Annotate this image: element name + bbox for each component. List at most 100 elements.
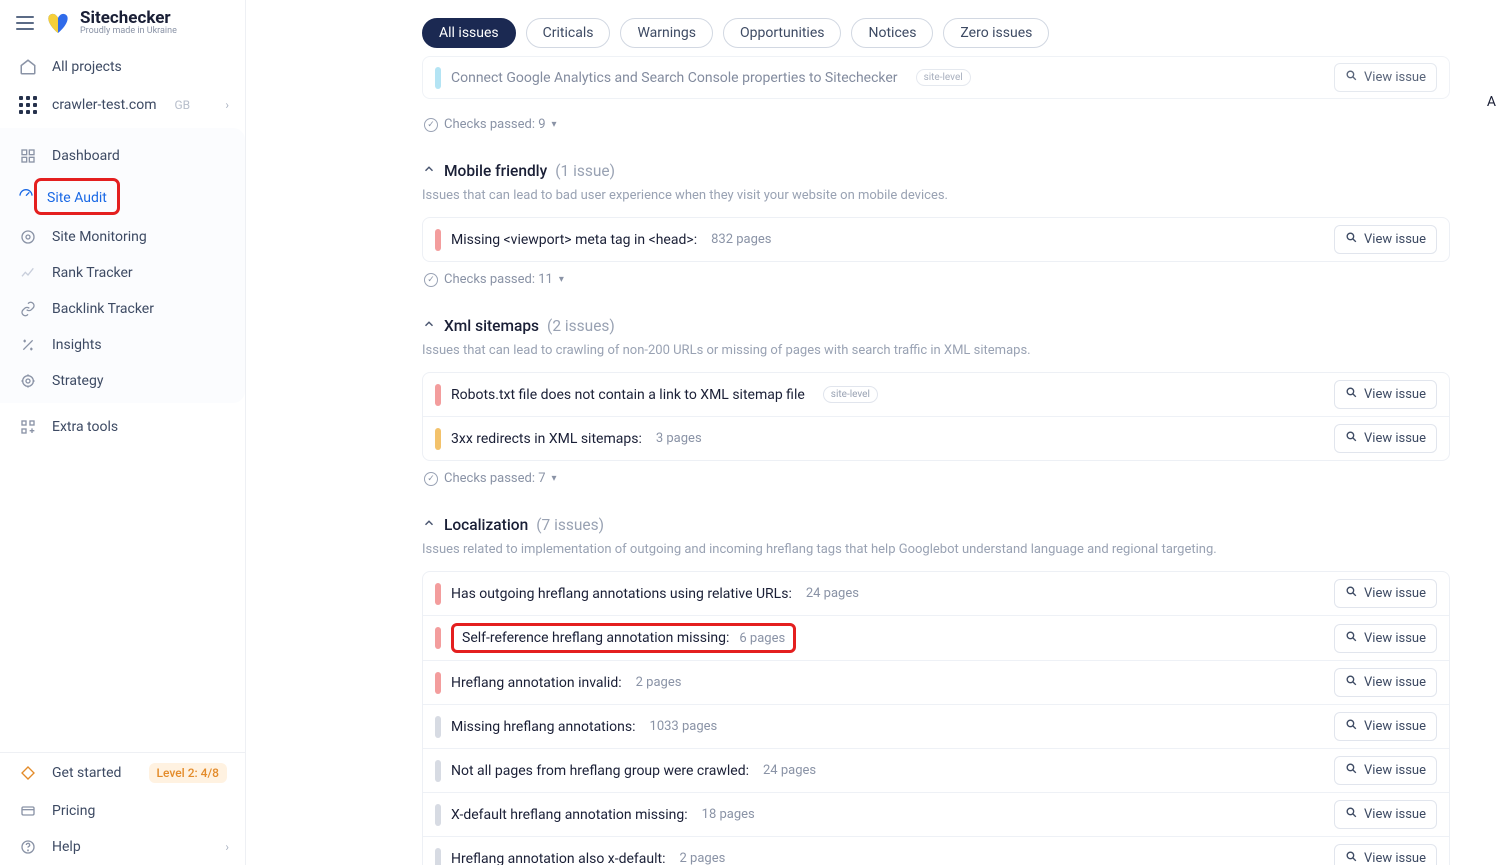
issue-title: 3xx redirects in XML sitemaps: — [451, 431, 642, 447]
severity-warning-icon — [435, 428, 441, 450]
home-icon — [18, 58, 38, 76]
view-issue-button[interactable]: View issue — [1334, 424, 1437, 453]
search-icon — [1345, 585, 1358, 602]
severity-info-icon — [435, 67, 441, 89]
issue-row-3xx-redirects[interactable]: 3xx redirects in XML sitemaps: 3 pages V… — [423, 417, 1449, 460]
sidebar-item-label: Rank Tracker — [52, 265, 133, 281]
sidebar-item-get-started[interactable]: Get started Level 2: 4/8 — [0, 753, 245, 793]
issue-row-missing-hreflang[interactable]: Missing hreflang annotations: 1033 pages… — [423, 705, 1449, 749]
sidebar-item-extra-tools[interactable]: Extra tools — [0, 409, 245, 445]
section-count: (7 issues) — [536, 516, 604, 534]
issue-row-robots-sitemap[interactable]: Robots.txt file does not contain a link … — [423, 373, 1449, 417]
issue-row-hreflang-invalid[interactable]: Hreflang annotation invalid: 2 pages Vie… — [423, 661, 1449, 705]
issue-meta: 24 pages — [806, 586, 859, 601]
sidebar-item-rank-tracker[interactable]: Rank Tracker — [0, 255, 245, 291]
target-icon — [18, 373, 38, 389]
issue-row-xdefault-missing[interactable]: X-default hreflang annotation missing: 1… — [423, 793, 1449, 837]
issue-meta: 832 pages — [711, 232, 771, 247]
logo[interactable]: Sitechecker Proudly made in Ukraine — [44, 10, 177, 36]
section-title: Localization — [444, 516, 528, 534]
check-icon: ✓ — [424, 118, 438, 132]
wand-icon — [18, 337, 38, 353]
severity-notice-icon — [435, 804, 441, 826]
issue-title: Connect Google Analytics and Search Cons… — [451, 70, 898, 86]
severity-critical-icon — [435, 672, 441, 694]
section-count: (2 issues) — [547, 317, 615, 335]
app-grid-icon — [18, 96, 38, 114]
search-icon — [1345, 231, 1358, 248]
issue-title: X-default hreflang annotation missing: — [451, 807, 688, 823]
caret-down-icon: ▾ — [552, 119, 557, 130]
sidebar-item-all-projects[interactable]: All projects — [0, 48, 245, 86]
filter-opportunities[interactable]: Opportunities — [723, 18, 842, 48]
sidebar-item-project[interactable]: crawler-test.com GB › — [0, 86, 245, 124]
sidebar-item-site-monitoring[interactable]: Site Monitoring — [0, 219, 245, 255]
filter-zero-issues[interactable]: Zero issues — [943, 18, 1049, 48]
sidebar-item-label: Site Monitoring — [52, 229, 147, 245]
highlighted-issue: Self-reference hreflang annotation missi… — [451, 623, 796, 653]
view-issue-button[interactable]: View issue — [1334, 800, 1437, 829]
section-xml-header[interactable]: Xml sitemaps (2 issues) — [422, 311, 1450, 335]
view-issue-button[interactable]: View issue — [1334, 844, 1437, 865]
checks-passed-11[interactable]: ✓ Checks passed: 11 ▾ — [422, 262, 1450, 311]
sidebar-item-label: Insights — [52, 337, 102, 353]
filter-all-issues[interactable]: All issues — [422, 18, 516, 48]
severity-notice-icon — [435, 716, 441, 738]
view-issue-button[interactable]: View issue — [1334, 225, 1437, 254]
search-icon — [1345, 762, 1358, 779]
filter-criticals[interactable]: Criticals — [526, 18, 611, 48]
section-mobile-header[interactable]: Mobile friendly (1 issue) — [422, 156, 1450, 180]
view-issue-button[interactable]: View issue — [1334, 668, 1437, 697]
chevron-up-icon — [422, 162, 436, 180]
sidebar-item-label: Backlink Tracker — [52, 301, 154, 317]
filter-notices[interactable]: Notices — [851, 18, 933, 48]
issue-row-also-xdefault[interactable]: Hreflang annotation also x-default: 2 pa… — [423, 837, 1449, 865]
sidebar-item-pricing[interactable]: Pricing — [0, 793, 245, 829]
issue-title: Missing <viewport> meta tag in <head>: — [451, 232, 697, 248]
section-localization-header[interactable]: Localization (7 issues) — [422, 510, 1450, 534]
caret-down-icon: ▾ — [559, 274, 564, 285]
search-icon — [1345, 850, 1358, 865]
view-issue-button[interactable]: View issue — [1334, 624, 1437, 653]
gauge-icon — [18, 187, 34, 207]
button-label: View issue — [1364, 431, 1426, 446]
view-issue-button[interactable]: View issue — [1334, 579, 1437, 608]
sidebar-item-label: All projects — [52, 59, 122, 75]
view-issue-button[interactable]: View issue — [1334, 380, 1437, 409]
sidebar-item-dashboard[interactable]: Dashboard — [0, 138, 245, 174]
section-count: (1 issue) — [555, 162, 615, 180]
sidebar-item-help[interactable]: Help › — [0, 829, 245, 865]
sidebar-item-insights[interactable]: Insights — [0, 327, 245, 363]
checks-passed-7[interactable]: ✓ Checks passed: 7 ▾ — [422, 461, 1450, 510]
sidebar-item-strategy[interactable]: Strategy — [0, 363, 245, 399]
view-issue-button[interactable]: View issue — [1334, 712, 1437, 741]
section-title: Xml sitemaps — [444, 317, 539, 335]
sidebar-item-site-audit[interactable]: Site Audit — [34, 178, 120, 215]
site-level-badge: site-level — [823, 386, 878, 403]
button-label: View issue — [1364, 675, 1426, 690]
issue-meta: 6 pages — [739, 631, 785, 646]
issue-meta: 18 pages — [702, 807, 755, 822]
issue-row-self-ref-hreflang[interactable]: Self-reference hreflang annotation missi… — [423, 616, 1449, 661]
menu-toggle-button[interactable] — [14, 12, 36, 34]
search-icon — [1345, 806, 1358, 823]
view-issue-button[interactable]: View issue — [1334, 756, 1437, 785]
issue-meta: 2 pages — [680, 851, 726, 865]
issue-title: Has outgoing hreflang annotations using … — [451, 586, 792, 602]
search-icon — [1345, 69, 1358, 86]
chart-icon — [18, 265, 38, 281]
filter-warnings[interactable]: Warnings — [620, 18, 713, 48]
checks-passed-9[interactable]: ✓ Checks passed: 9 ▾ — [422, 107, 1450, 156]
issue-row-relative-hreflang[interactable]: Has outgoing hreflang annotations using … — [423, 572, 1449, 616]
sidebar-item-label: Pricing — [52, 803, 95, 819]
issue-row-viewport[interactable]: Missing <viewport> meta tag in <head>: 8… — [423, 218, 1449, 261]
sidebar-item-backlink-tracker[interactable]: Backlink Tracker — [0, 291, 245, 327]
view-issue-button[interactable]: View issue — [1334, 63, 1437, 92]
issue-title: Hreflang annotation invalid: — [451, 675, 622, 691]
section-title: Mobile friendly — [444, 162, 547, 180]
issue-row-connect-ga[interactable]: Connect Google Analytics and Search Cons… — [422, 56, 1450, 99]
main: All issues Criticals Warnings Opportunit… — [246, 0, 1500, 865]
issue-row-not-all-crawled[interactable]: Not all pages from hreflang group were c… — [423, 749, 1449, 793]
sidebar-item-label: Site Audit — [47, 190, 107, 206]
issue-meta: 3 pages — [656, 431, 702, 446]
